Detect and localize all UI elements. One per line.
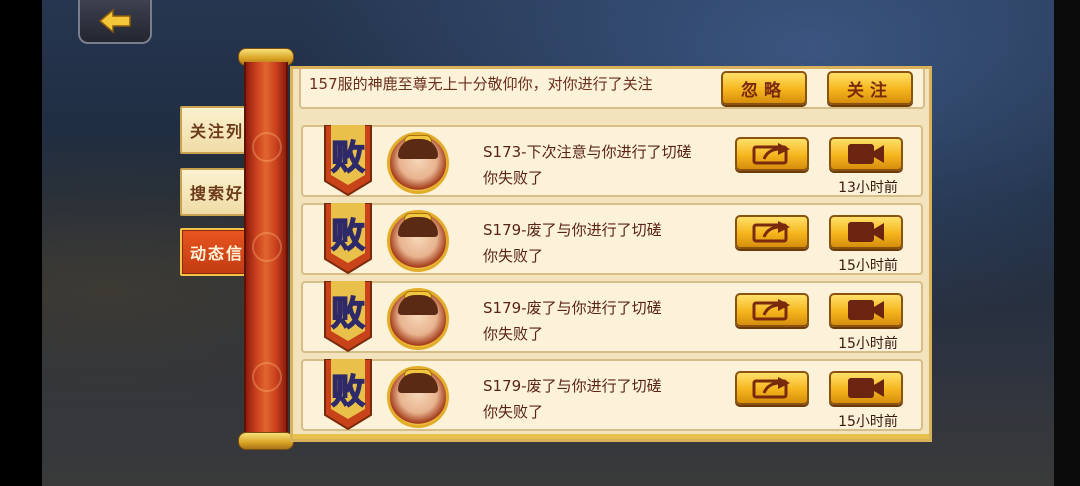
battle-result: 你失败了 bbox=[483, 325, 544, 343]
opponent-avatar[interactable] bbox=[387, 210, 449, 272]
scroll-rod-body bbox=[244, 62, 288, 436]
opponent-avatar[interactable] bbox=[387, 366, 449, 428]
timestamp: 15小时前 bbox=[838, 336, 898, 352]
feed-row: 败 S179-废了与你进行了切磋 你失败了 15小时前 bbox=[301, 203, 923, 275]
back-button[interactable] bbox=[78, 0, 152, 44]
scroll-rod-decoration bbox=[238, 48, 294, 450]
avatar-hair bbox=[398, 373, 438, 393]
feed-row: 败 S179-废了与你进行了切磋 你失败了 15小时前 bbox=[301, 281, 923, 353]
timestamp: 13小时前 bbox=[838, 180, 898, 196]
battle-description: S173-下次注意与你进行了切磋 bbox=[483, 143, 692, 161]
svg-text:败: 败 bbox=[331, 138, 365, 178]
share-button[interactable] bbox=[735, 293, 809, 327]
share-icon bbox=[752, 221, 790, 243]
avatar-hair bbox=[398, 217, 438, 237]
screen-edge-left bbox=[0, 0, 42, 486]
svg-text:败: 败 bbox=[331, 216, 365, 256]
replay-button[interactable] bbox=[829, 371, 903, 405]
svg-text:败: 败 bbox=[331, 372, 365, 412]
screen-edge-right bbox=[1054, 0, 1080, 486]
battle-description: S179-废了与你进行了切磋 bbox=[483, 377, 662, 395]
defeat-badge-icon: 败 bbox=[324, 125, 372, 197]
defeat-badge-icon: 败 bbox=[324, 359, 372, 431]
video-camera-icon bbox=[848, 144, 884, 164]
opponent-avatar[interactable] bbox=[387, 288, 449, 350]
replay-button[interactable] bbox=[829, 137, 903, 171]
swirl-ornament bbox=[252, 232, 282, 262]
feed-row: 败 S173-下次注意与你进行了切磋 你失败了 13小时前 bbox=[301, 125, 923, 197]
svg-text:败: 败 bbox=[331, 294, 365, 334]
avatar-hair bbox=[398, 295, 438, 315]
replay-button[interactable] bbox=[829, 215, 903, 249]
share-icon bbox=[752, 143, 790, 165]
scroll-rod-cap-bottom bbox=[238, 432, 294, 450]
battle-result: 你失败了 bbox=[483, 169, 544, 187]
battle-description: S179-废了与你进行了切磋 bbox=[483, 299, 662, 317]
battle-result: 你失败了 bbox=[483, 403, 544, 421]
video-camera-icon bbox=[848, 300, 884, 320]
follow-notice-row: 157服的神鹿至尊无上十分敬仰你，对你进行了关注 忽略 关注 bbox=[299, 69, 925, 109]
video-camera-icon bbox=[848, 222, 884, 242]
share-icon bbox=[752, 377, 790, 399]
defeat-badge-icon: 败 bbox=[324, 281, 372, 353]
timestamp: 15小时前 bbox=[838, 258, 898, 274]
battle-result: 你失败了 bbox=[483, 247, 544, 265]
swirl-ornament bbox=[252, 132, 282, 162]
share-button[interactable] bbox=[735, 137, 809, 171]
avatar-hair bbox=[398, 139, 438, 159]
opponent-avatar[interactable] bbox=[387, 132, 449, 194]
share-button[interactable] bbox=[735, 371, 809, 405]
battle-description: S179-废了与你进行了切磋 bbox=[483, 221, 662, 239]
share-button[interactable] bbox=[735, 215, 809, 249]
follow-button-label: 关注 bbox=[847, 80, 893, 101]
ignore-button[interactable]: 忽略 bbox=[721, 71, 807, 105]
defeat-badge-icon: 败 bbox=[324, 203, 372, 275]
share-icon bbox=[752, 299, 790, 321]
timestamp: 15小时前 bbox=[838, 414, 898, 430]
ignore-button-label: 忽略 bbox=[741, 80, 787, 101]
video-camera-icon bbox=[848, 378, 884, 398]
follow-notice-text: 157服的神鹿至尊无上十分敬仰你，对你进行了关注 bbox=[309, 75, 653, 93]
replay-button[interactable] bbox=[829, 293, 903, 327]
swirl-ornament bbox=[252, 362, 282, 392]
feed-row: 败 S179-废了与你进行了切磋 你失败了 15小时前 bbox=[301, 359, 923, 431]
activity-feed-panel[interactable]: 157服的神鹿至尊无上十分敬仰你，对你进行了关注 忽略 关注 败 S173-下次… bbox=[290, 66, 932, 442]
follow-button[interactable]: 关注 bbox=[827, 71, 913, 105]
back-arrow-icon bbox=[98, 8, 131, 34]
